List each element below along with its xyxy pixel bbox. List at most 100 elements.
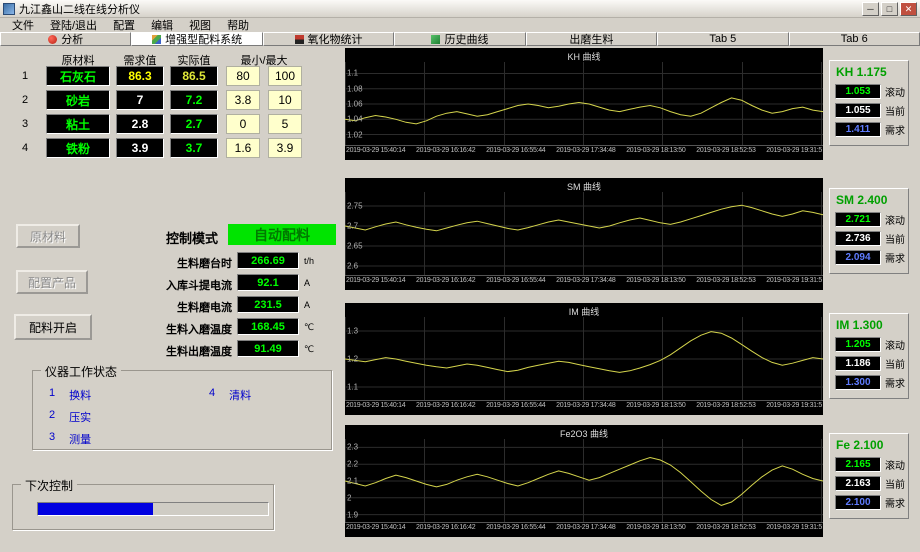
- menu-config[interactable]: 配置: [105, 17, 143, 33]
- param-value: 231.5: [237, 296, 299, 313]
- x-axis-label: 2019-03-29 16:16:42: [416, 277, 475, 288]
- x-axis-label: 2019-03-29 16:55:44: [486, 277, 545, 288]
- tab-analysis[interactable]: 分析: [0, 32, 131, 46]
- status-item-press: 2 压实: [49, 409, 91, 425]
- x-axis: 2019-03-29 15:40:142019-03-29 16:16:4220…: [345, 146, 823, 158]
- param-label: 生料入磨温度: [105, 321, 232, 337]
- tab-enhanced-batching[interactable]: 增强型配料系统: [131, 32, 262, 46]
- param-label: 入库斗提电流: [105, 277, 232, 293]
- chart-plot-area: 2.32.22.121.9: [345, 439, 823, 523]
- material-demand-value[interactable]: 3.9: [116, 138, 164, 158]
- maximize-button[interactable]: □: [881, 2, 898, 16]
- material-min[interactable]: 80: [226, 66, 260, 86]
- material-actual-value: 2.7: [170, 114, 218, 134]
- row-index: 3: [22, 118, 28, 130]
- x-axis: 2019-03-29 15:40:142019-03-29 16:16:4220…: [345, 401, 823, 413]
- chart-block-sm: SM 曲线 2.752.72.652.6 2019-03-29 15:40:14…: [345, 178, 823, 290]
- next-control-progress-bar: [37, 502, 269, 516]
- tab-history-curve[interactable]: 历史曲线: [394, 32, 525, 46]
- control-mode-value: 自动配料: [228, 224, 336, 245]
- material-min[interactable]: 0: [226, 114, 260, 134]
- material-row-sandstone: 2 砂岩 7 7.2 3.8 10: [0, 90, 340, 110]
- instrument-status-group: 仪器工作状态 1 换料 2 压实 3 测量 4 清料: [32, 370, 332, 450]
- rolling-value: 1.053: [835, 84, 881, 99]
- x-axis-label: 2019-03-29 17:34:48: [556, 524, 615, 535]
- x-axis-label: 2019-03-29 17:34:48: [556, 147, 615, 158]
- demand-value: 2.100: [835, 495, 881, 510]
- tab-label: 出磨生料: [569, 32, 613, 46]
- close-button[interactable]: ✕: [900, 2, 917, 16]
- x-axis-label: 2019-03-29 15:40:14: [346, 147, 405, 158]
- panel-row: 2.736 当前: [835, 231, 908, 246]
- kh-curve: [345, 62, 823, 146]
- demand-label: 需求: [885, 250, 905, 265]
- material-demand-value[interactable]: 7: [116, 90, 164, 110]
- demand-value: 1.300: [835, 375, 881, 390]
- status-label: 测量: [69, 431, 91, 447]
- panel-row: 2.100 需求: [835, 495, 908, 510]
- status-item-clean: 4 清料: [209, 387, 251, 403]
- material-max[interactable]: 5: [268, 114, 302, 134]
- x-axis-label: 2019-03-29 18:52:53: [696, 277, 755, 288]
- x-axis-label: 2019-03-29 15:40:14: [346, 524, 405, 535]
- material-name: 砂岩: [46, 90, 110, 110]
- demand-value: 2.094: [835, 250, 881, 265]
- chart-title: IM 曲线: [345, 303, 823, 317]
- menu-help[interactable]: 帮助: [219, 17, 257, 33]
- param-unit: A: [304, 278, 310, 288]
- x-axis-label: 2019-03-29 15:40:14: [346, 402, 405, 413]
- tab-label: Tab 6: [841, 33, 868, 45]
- param-row-mill-rate: 生料磨台时 266.69 t/h: [0, 252, 345, 270]
- menu-view[interactable]: 视图: [181, 17, 219, 33]
- material-min[interactable]: 3.8: [226, 90, 260, 110]
- panel-title: Fe 2.100: [836, 438, 908, 452]
- chart-plot-area: 2.752.72.652.6: [345, 192, 823, 276]
- param-row-outlet-temp: 生料出磨温度 91.49 ℃: [0, 340, 345, 358]
- fe2o3-curve: [345, 439, 823, 523]
- panel-row: 2.094 需求: [835, 250, 908, 265]
- tab-label: 氧化物统计: [308, 32, 363, 46]
- menu-file[interactable]: 文件: [4, 17, 42, 33]
- status-label: 清料: [229, 387, 251, 403]
- tab-6[interactable]: Tab 6: [789, 32, 920, 46]
- menu-login-logout[interactable]: 登陆/退出: [42, 17, 105, 33]
- row-index: 4: [22, 142, 28, 154]
- material-max[interactable]: 100: [268, 66, 302, 86]
- window-title: 九江鑫山二线在线分析仪: [19, 1, 860, 17]
- material-row-limestone: 1 石灰石 86.3 86.5 80 100: [0, 66, 340, 86]
- rolling-label: 滚动: [885, 84, 905, 99]
- material-max[interactable]: 10: [268, 90, 302, 110]
- raw-material-button[interactable]: 原材料: [16, 224, 80, 248]
- param-row-mill-current: 生料磨电流 231.5 A: [0, 296, 345, 314]
- material-max[interactable]: 3.9: [268, 138, 302, 158]
- tab-5[interactable]: Tab 5: [657, 32, 788, 46]
- material-demand-value[interactable]: 86.3: [116, 66, 164, 86]
- rolling-value: 2.721: [835, 212, 881, 227]
- fe-value-panel: Fe 2.100 2.165 滚动 2.163 当前 2.100 需求: [829, 433, 909, 519]
- chart-block-kh: KH 曲线 1.11.081.061.041.02 2019-03-29 15:…: [345, 48, 823, 160]
- tab-label: 增强型配料系统: [165, 32, 242, 46]
- chart-plot-area: 1.11.081.061.041.02: [345, 62, 823, 146]
- material-row-clay: 3 粘土 2.8 2.7 0 5: [0, 114, 340, 134]
- rolling-label: 滚动: [885, 337, 905, 352]
- x-axis-label: 2019-03-29 18:13:50: [626, 277, 685, 288]
- tab-label: 分析: [61, 32, 83, 46]
- title-bar: 九江鑫山二线在线分析仪 ─ □ ✕: [0, 0, 920, 18]
- menu-edit[interactable]: 编辑: [143, 17, 181, 33]
- panel-row: 1.055 当前: [835, 103, 908, 118]
- tab-mill-outlet-meal[interactable]: 出磨生料: [526, 32, 657, 46]
- x-axis-label: 2019-03-29 16:16:42: [416, 524, 475, 535]
- x-axis-label: 2019-03-29 17:34:48: [556, 277, 615, 288]
- material-min[interactable]: 1.6: [226, 138, 260, 158]
- x-axis: 2019-03-29 15:40:14 2019-03-29 16:16:42 20…: [345, 523, 823, 535]
- chart-title: KH 曲线: [345, 48, 823, 62]
- current-label: 当前: [885, 356, 905, 371]
- minimize-button[interactable]: ─: [862, 2, 879, 16]
- tab-oxide-stats[interactable]: 氧化物统计: [263, 32, 394, 46]
- material-demand-value[interactable]: 2.8: [116, 114, 164, 134]
- status-num: 3: [49, 431, 55, 447]
- im-value-panel: IM 1.300 1.205 滚动 1.186 当前 1.300 需求: [829, 313, 909, 399]
- oxide-stats-icon: [295, 35, 304, 44]
- progress-fill: [38, 503, 153, 515]
- param-unit: ℃: [304, 322, 314, 333]
